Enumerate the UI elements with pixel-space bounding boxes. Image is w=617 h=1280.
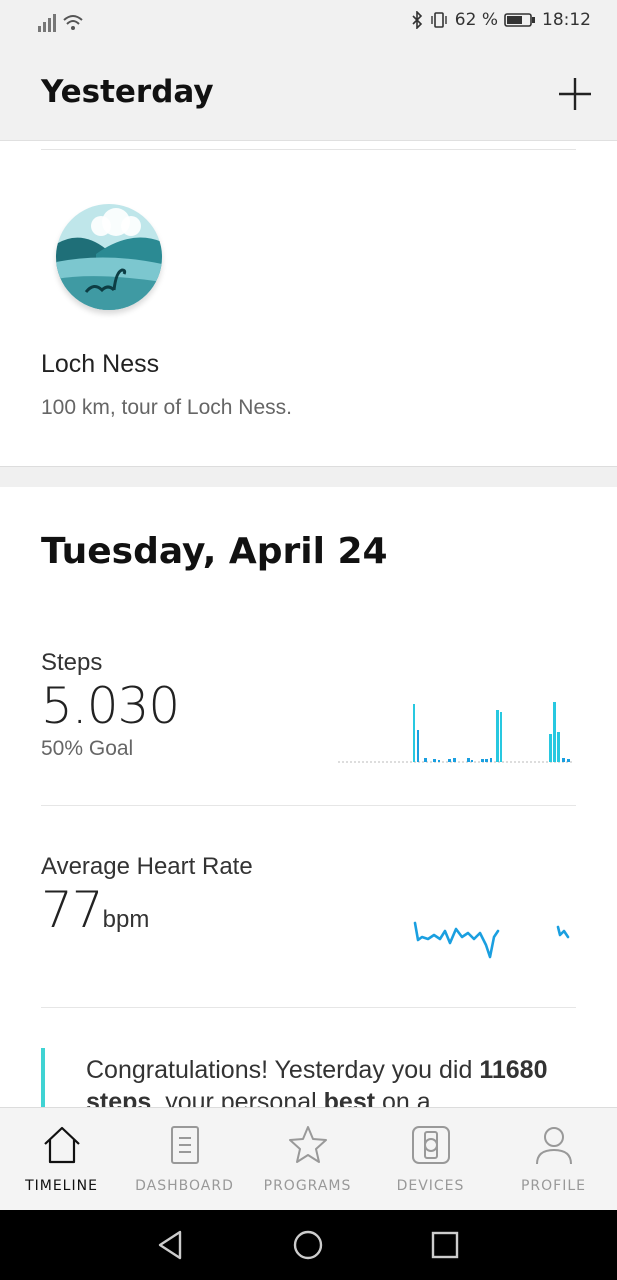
recents-icon[interactable]	[428, 1228, 462, 1262]
steps-bar	[500, 712, 502, 762]
home-circle-icon[interactable]	[291, 1228, 325, 1262]
star-icon	[289, 1126, 327, 1163]
congrats-middle: , your personal	[151, 1088, 324, 1108]
steps-bar	[562, 758, 565, 762]
heart-rate-line	[556, 925, 570, 939]
nav-dashboard[interactable]: DASHBOARD	[123, 1108, 246, 1211]
congrats-text: Congratulations! Yesterday you did 11680…	[86, 1054, 556, 1108]
steps-bar	[413, 704, 415, 762]
steps-bar	[490, 758, 492, 762]
app-header: Yesterday	[0, 46, 617, 141]
accent-bar	[41, 1048, 45, 1108]
nav-label: PROGRAMS	[263, 1178, 352, 1194]
nav-label: TIMELINE	[25, 1178, 98, 1194]
steps-bar	[467, 758, 470, 762]
nav-devices[interactable]: DEVICES	[369, 1108, 492, 1211]
day-section: Tuesday, April 24 Steps 5.030 50% Goal A…	[0, 487, 617, 1108]
heart-rate-value-row: 77bpm	[41, 881, 149, 939]
nav-label: PROFILE	[520, 1178, 587, 1194]
nav-label: DASHBOARD	[135, 1178, 234, 1194]
steps-chart[interactable]	[338, 682, 574, 766]
bluetooth-icon	[412, 11, 422, 29]
vibrate-icon	[431, 12, 447, 28]
steps-bar	[424, 758, 427, 762]
nav-programs[interactable]: PROGRAMS	[246, 1108, 369, 1211]
row-divider	[41, 805, 576, 806]
steps-bar	[471, 760, 473, 762]
status-bar: 62 % 18:12	[0, 0, 617, 46]
loch-ness-badge-icon	[56, 204, 162, 310]
steps-bar	[433, 759, 436, 762]
congrats-suffix: on a	[375, 1088, 431, 1108]
steps-value: 5.030	[41, 677, 180, 735]
page-title: Yesterday	[41, 74, 214, 110]
heart-rate-value: 77	[41, 881, 104, 939]
steps-bar	[438, 760, 440, 762]
nav-profile[interactable]: PROFILE	[492, 1108, 615, 1211]
back-icon[interactable]	[154, 1228, 188, 1262]
challenge-card[interactable]: Loch Ness 100 km, tour of Loch Ness.	[0, 150, 617, 466]
steps-bar	[553, 702, 556, 762]
steps-label: Steps	[41, 649, 103, 676]
plus-icon[interactable]	[555, 74, 595, 114]
steps-bar	[549, 734, 552, 762]
day-title: Tuesday, April 24	[41, 531, 388, 572]
nav-label: DEVICES	[396, 1178, 465, 1194]
battery-percent: 62 %	[454, 10, 498, 30]
nav-timeline[interactable]: TIMELINE	[0, 1108, 123, 1211]
steps-goal: 50% Goal	[41, 737, 134, 760]
dashboard-icon	[171, 1126, 199, 1164]
challenge-name: Loch Ness	[41, 350, 160, 378]
heart-rate-unit: bpm	[102, 906, 150, 933]
challenge-description: 100 km, tour of Loch Ness.	[41, 396, 292, 419]
steps-bar	[567, 759, 570, 762]
android-nav-bar	[0, 1210, 617, 1280]
heart-rate-chart[interactable]	[410, 895, 580, 965]
row-divider	[41, 1007, 576, 1008]
steps-bar	[496, 710, 499, 762]
steps-bar	[485, 759, 488, 762]
section-separator	[0, 466, 617, 487]
status-right: 62 % 18:12	[411, 10, 591, 30]
congrats-prefix: Congratulations! Yesterday you did	[86, 1056, 480, 1084]
congrats-best: best	[323, 1088, 376, 1108]
watch-icon	[412, 1126, 450, 1164]
clock: 18:12	[542, 10, 591, 30]
battery-icon	[504, 13, 535, 27]
steps-bar	[417, 730, 419, 762]
person-icon	[536, 1127, 572, 1165]
steps-bar	[481, 759, 484, 762]
heart-rate-line	[413, 921, 500, 959]
signal-wifi-icon	[38, 14, 83, 32]
congrats-card[interactable]: Congratulations! Yesterday you did 11680…	[41, 1048, 581, 1108]
steps-bar	[453, 758, 456, 762]
home-icon	[44, 1126, 80, 1164]
bottom-nav: TIMELINE DASHBOARD PROGRAMS DEVICES PROF…	[0, 1107, 617, 1210]
steps-bar	[557, 732, 560, 762]
steps-bar	[448, 759, 451, 762]
heart-rate-label: Average Heart Rate	[41, 853, 253, 880]
